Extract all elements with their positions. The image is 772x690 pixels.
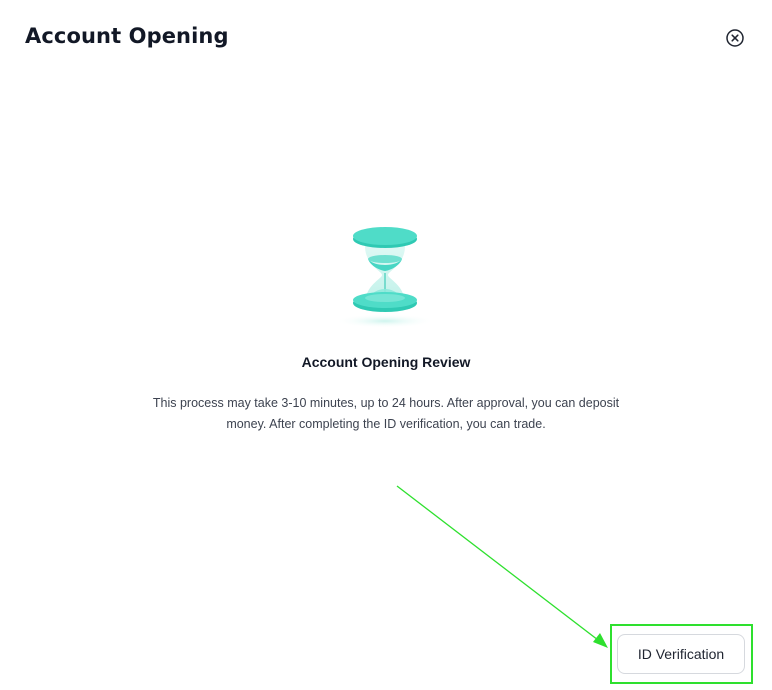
id-verification-button[interactable]: ID Verification xyxy=(617,634,745,674)
review-description: This process may take 3-10 minutes, up t… xyxy=(152,396,620,431)
review-title: Account Opening Review xyxy=(301,354,471,370)
annotation-arrow xyxy=(396,485,608,648)
dialog-title: Account Opening xyxy=(25,24,229,48)
close-button[interactable] xyxy=(725,28,745,48)
close-circle-icon xyxy=(726,29,744,47)
account-opening-dialog: Account Opening Account Opening Review T… xyxy=(0,0,772,690)
hourglass-illustration xyxy=(330,215,440,335)
hourglass-icon xyxy=(335,227,435,328)
id-verification-label: ID Verification xyxy=(637,646,725,662)
